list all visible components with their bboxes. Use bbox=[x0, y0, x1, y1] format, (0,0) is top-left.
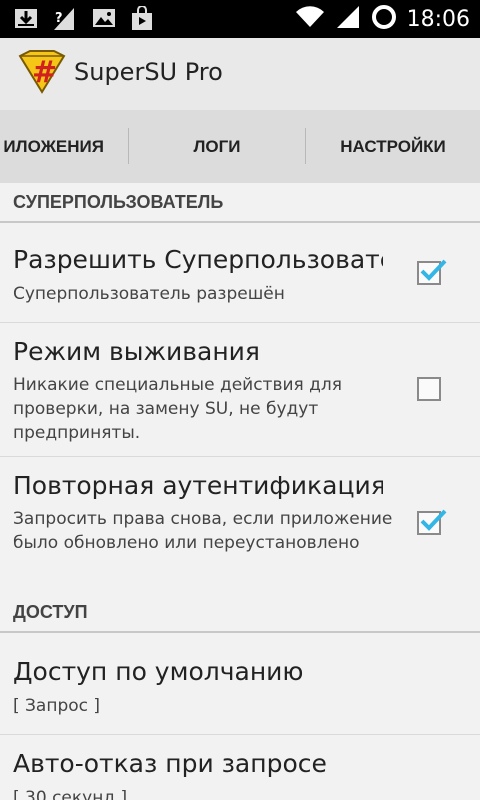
tab-logs[interactable]: ЛОГИ bbox=[129, 110, 305, 183]
pref-summary: Суперпользователь разрешён bbox=[13, 284, 285, 304]
image-icon bbox=[92, 6, 116, 32]
pref-title: Разрешить Суперпользователя bbox=[13, 245, 383, 274]
pref-title: Авто-отказ при запросе bbox=[13, 749, 327, 778]
app-bar: # SuperSU Pro bbox=[0, 38, 480, 110]
pref-title: Режим выживания bbox=[13, 337, 260, 366]
signal-icon bbox=[335, 4, 361, 34]
settings-list[interactable]: СУПЕРПОЛЬЗОВАТЕЛЬ Разрешить Суперпользов… bbox=[0, 183, 480, 800]
pref-title: Повторная аутентификация bbox=[13, 471, 383, 500]
pref-summary: [ 30 секунд ] bbox=[13, 788, 128, 800]
svg-text:?: ? bbox=[55, 11, 63, 26]
survival-mode-checkbox[interactable] bbox=[417, 377, 441, 401]
section-header-label: ДОСТУП bbox=[13, 602, 88, 622]
tab-label: ЛОГИ bbox=[193, 136, 241, 156]
app-title: SuperSU Pro bbox=[74, 58, 223, 86]
supersu-logo-icon[interactable]: # bbox=[18, 50, 66, 98]
signal-no-data-icon: ? bbox=[52, 6, 78, 32]
tab-settings[interactable]: НАСТРОЙКИ bbox=[306, 110, 480, 183]
tab-bar: ИЛОЖЕНИЯ ЛОГИ НАСТРОЙКИ bbox=[0, 110, 480, 183]
section-header-superuser: СУПЕРПОЛЬЗОВАТЕЛЬ bbox=[0, 183, 480, 223]
shopping-bag-icon bbox=[130, 6, 154, 32]
tab-apps[interactable]: ИЛОЖЕНИЯ bbox=[0, 110, 128, 183]
clock: 18:06 bbox=[406, 6, 470, 32]
svg-text:#: # bbox=[32, 55, 57, 90]
section-header-label: СУПЕРПОЛЬЗОВАТЕЛЬ bbox=[13, 192, 224, 212]
pref-survival-mode[interactable]: Режим выживания Никакие специальные дейс… bbox=[0, 323, 480, 456]
superuser-checkbox[interactable] bbox=[417, 259, 447, 285]
section-header-access: ДОСТУП bbox=[0, 593, 480, 633]
tab-label: ИЛОЖЕНИЯ bbox=[3, 136, 104, 156]
download-icon bbox=[14, 6, 38, 32]
status-bar: ? 18:06 bbox=[0, 0, 480, 38]
pref-default-access[interactable]: Доступ по умолчанию [ Запрос ] bbox=[0, 633, 480, 734]
tab-label: НАСТРОЙКИ bbox=[340, 136, 446, 156]
wifi-icon bbox=[295, 5, 325, 33]
battery-ring-icon bbox=[371, 4, 397, 34]
pref-summary: Никакие специальные действия для проверк… bbox=[13, 375, 342, 443]
pref-title: Доступ по умолчанию bbox=[13, 657, 304, 686]
pref-reauthentication[interactable]: Повторная аутентификация Запросить права… bbox=[0, 457, 480, 583]
pref-auto-deny-timeout[interactable]: Авто-отказ при запросе [ 30 секунд ] bbox=[0, 735, 480, 800]
pref-summary: [ Запрос ] bbox=[13, 696, 101, 716]
pref-enable-superuser[interactable]: Разрешить Суперпользователя Суперпользов… bbox=[0, 223, 480, 322]
pref-summary: Запросить права снова, если приложение б… bbox=[13, 509, 393, 553]
reauthentication-checkbox[interactable] bbox=[417, 509, 447, 535]
